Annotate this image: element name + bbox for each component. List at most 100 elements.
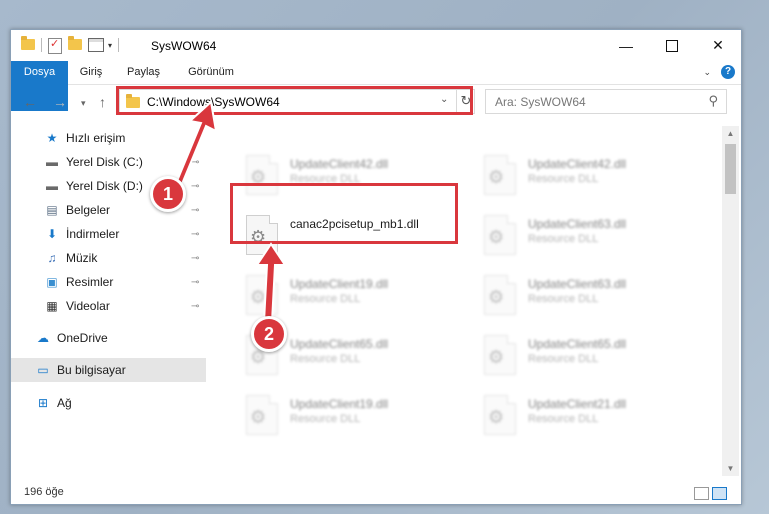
sidebar-item[interactable]: ☁ OneDrive — [11, 326, 206, 350]
tab-share[interactable]: Paylaş — [121, 61, 166, 84]
file-type: Resource DLL — [528, 353, 599, 365]
divider — [41, 38, 42, 52]
file-type: Resource DLL — [528, 413, 599, 425]
sidebar-item-label: Belgeler — [66, 203, 111, 217]
back-arrow-icon[interactable]: ← — [23, 94, 37, 110]
document-icon: ▤ — [46, 203, 58, 217]
file-item[interactable]: ⚙ UpdateClient21.dll Resource DLL — [484, 393, 704, 443]
pin-icon[interactable]: ⊸ — [191, 229, 199, 240]
pin-icon[interactable]: ⊸ — [191, 157, 199, 168]
file-item[interactable]: ⚙ UpdateClient19.dll Resource DLL — [246, 273, 466, 323]
sidebar-item-label: Bu bilgisayar — [57, 363, 126, 377]
gear-icon: ⚙ — [488, 227, 505, 247]
gear-icon: ⚙ — [488, 287, 505, 307]
sidebar-item[interactable]: ⊞ Ağ — [11, 391, 206, 415]
sidebar-item-label: Müzik — [66, 251, 98, 265]
pin-icon[interactable]: ⊸ — [191, 181, 199, 192]
search-input[interactable]: Ara: SysWOW64 — [495, 95, 586, 109]
properties-icon[interactable] — [88, 38, 104, 52]
window-title: SysWOW64 — [151, 39, 217, 53]
annotation-step-2: 2 — [251, 316, 287, 352]
file-item[interactable]: ⚙ UpdateClient63.dll Resource DLL — [484, 213, 704, 263]
pin-icon[interactable]: ⊸ — [191, 301, 199, 312]
search-box[interactable]: Ara: SysWOW64 ⚲ — [485, 89, 727, 114]
pictures-icon: ▣ — [46, 275, 58, 289]
sidebar-item[interactable]: ▣ Resimler ⊸ — [11, 270, 206, 294]
file-type: Resource DLL — [290, 293, 361, 305]
scroll-up-icon[interactable]: ▲ — [722, 126, 739, 141]
title-bar: ▾ SysWOW64 — ✕ — [11, 30, 741, 61]
gear-icon: ⚙ — [250, 407, 267, 427]
minimize-button[interactable]: — — [603, 30, 649, 61]
file-name: UpdateClient21.dll — [528, 397, 627, 411]
dll-file-icon: ⚙ — [484, 395, 516, 435]
dll-file-icon: ⚙ — [246, 275, 278, 315]
pin-icon[interactable]: ⊸ — [191, 253, 199, 264]
recent-locations-chevron-icon[interactable]: ▾ — [81, 98, 86, 109]
sidebar-item[interactable]: ▭ Bu bilgisayar — [11, 358, 206, 382]
large-icons-view-icon[interactable] — [712, 487, 727, 500]
customize-toolbar-chevron-icon[interactable]: ▾ — [108, 41, 112, 50]
up-arrow-icon[interactable]: ↑ — [99, 94, 106, 110]
forward-arrow-icon[interactable]: → — [53, 94, 67, 110]
dll-file-icon: ⚙ — [484, 335, 516, 375]
file-item[interactable]: ⚙ UpdateClient19.dll Resource DLL — [246, 393, 466, 443]
scrollbar-thumb[interactable] — [725, 144, 736, 194]
file-name: UpdateClient42.dll — [290, 157, 389, 171]
file-list: ⚙ UpdateClient42.dll Resource DLL ⚙ UpdateCl… — [216, 123, 721, 468]
sidebar-item[interactable]: ♫ Müzik ⊸ — [11, 246, 206, 270]
file-type: Resource DLL — [290, 413, 361, 425]
file-item[interactable]: ⚙ UpdateClient65.dll Resource DLL — [484, 333, 704, 383]
ribbon-tabs: Dosya Giriş Paylaş Görünüm ⌄ ? — [11, 61, 741, 111]
divider — [118, 38, 120, 52]
vertical-scrollbar[interactable]: ▲ ▼ — [722, 126, 739, 476]
file-type: Resource DLL — [528, 293, 599, 305]
file-item[interactable]: ⚙ UpdateClient63.dll Resource DLL — [484, 273, 704, 323]
sidebar-item-label: İndirmeler — [66, 227, 120, 241]
status-bar: 196 öğe — [11, 482, 741, 504]
maximize-icon — [666, 39, 678, 52]
file-type: Resource DLL — [528, 173, 599, 185]
download-icon: ⬇ — [46, 227, 58, 241]
properties-check-icon[interactable] — [48, 37, 62, 54]
file-name: UpdateClient63.dll — [528, 217, 627, 231]
pin-icon[interactable]: ⊸ — [191, 277, 199, 288]
sidebar-item[interactable]: ⬇ İndirmeler ⊸ — [11, 222, 206, 246]
tab-home[interactable]: Giriş — [71, 61, 111, 84]
search-icon[interactable]: ⚲ — [708, 93, 718, 109]
music-icon: ♫ — [47, 251, 57, 265]
details-view-icon[interactable] — [694, 487, 709, 500]
sidebar-item-label: Videolar — [66, 299, 110, 313]
pin-icon[interactable]: ⊸ — [191, 205, 199, 216]
file-item[interactable]: ⚙ UpdateClient42.dll Resource DLL — [484, 153, 704, 203]
sidebar-item-label: Yerel Disk (C:) — [66, 155, 143, 169]
scroll-down-icon[interactable]: ▼ — [722, 461, 739, 476]
sidebar-item[interactable]: ▬ Yerel Disk (C:) ⊸ — [11, 150, 206, 174]
network-icon: ⊞ — [37, 396, 49, 410]
new-folder-icon[interactable] — [68, 36, 82, 52]
file-name: UpdateClient19.dll — [290, 397, 389, 411]
dll-file-icon: ⚙ — [484, 215, 516, 255]
sidebar-item[interactable]: ★ Hızlı erişim — [11, 126, 206, 150]
sidebar-item-label: OneDrive — [57, 331, 108, 345]
maximize-button[interactable] — [649, 30, 695, 61]
annotation-step-1: 1 — [150, 176, 186, 212]
drive-icon: ▬ — [46, 179, 58, 193]
file-name: UpdateClient65.dll — [290, 337, 389, 351]
sidebar-item[interactable]: ▦ Videolar ⊸ — [11, 294, 206, 318]
gear-icon: ⚙ — [250, 287, 267, 307]
video-icon: ▦ — [46, 299, 58, 313]
computer-icon: ▭ — [37, 363, 49, 377]
cloud-icon: ☁ — [37, 331, 49, 345]
file-highlight — [230, 183, 458, 244]
sidebar-item-label: Resimler — [66, 275, 114, 289]
help-icon[interactable]: ? — [721, 65, 735, 79]
ribbon-collapse-icon[interactable]: ⌄ — [703, 67, 711, 78]
close-button[interactable]: ✕ — [695, 30, 741, 61]
gear-icon: ⚙ — [488, 167, 505, 187]
folder-icon[interactable] — [21, 36, 35, 52]
file-name: UpdateClient65.dll — [528, 337, 627, 351]
quick-access-toolbar: ▾ — [21, 36, 120, 54]
tab-view[interactable]: Görünüm — [181, 61, 241, 84]
close-icon: ✕ — [712, 37, 724, 53]
